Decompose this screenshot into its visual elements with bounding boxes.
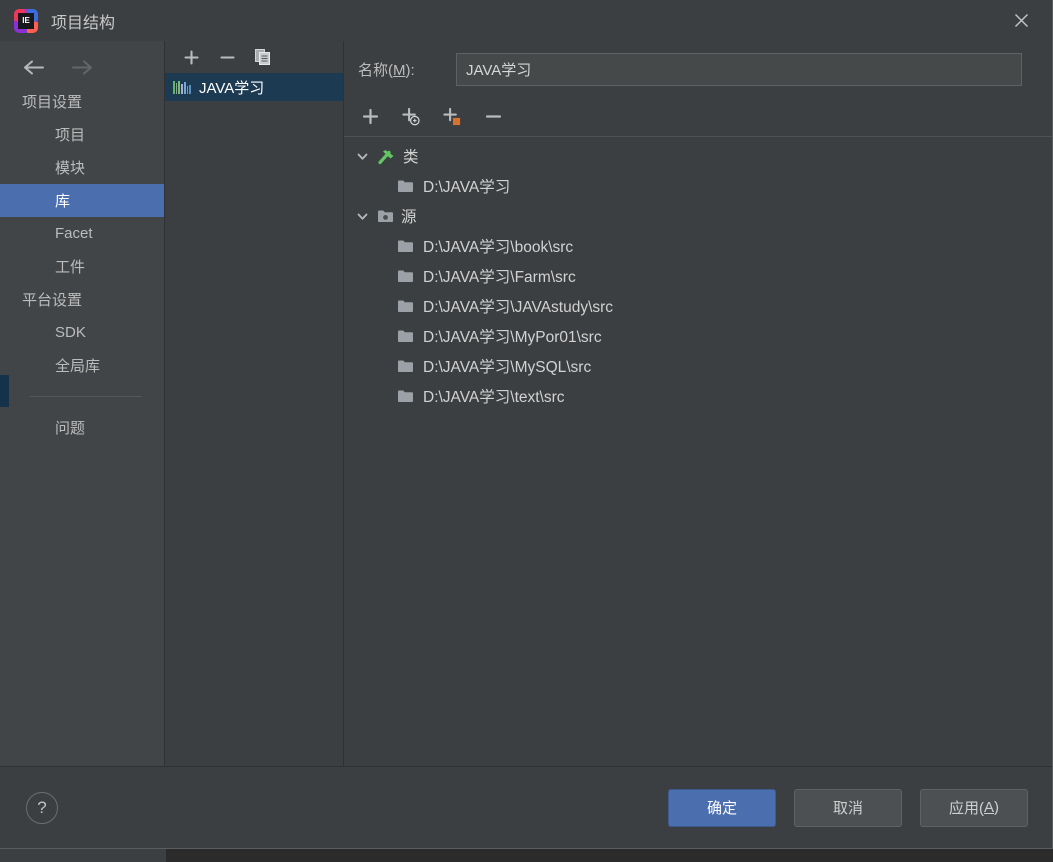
sidebar-item-5[interactable]: 工件 [0, 250, 164, 283]
tree-leaf-label: D:\JAVA学习\MySQL\src [423, 359, 592, 376]
tree-node-root[interactable]: 源 [344, 201, 1052, 231]
tree-node-leaf[interactable]: D:\JAVA学习\JAVAstudy\src [344, 291, 1052, 321]
add-library-button[interactable] [181, 47, 201, 67]
sidebar-item-8[interactable]: 全局库 [0, 349, 164, 382]
sidebar-item-label: 工件 [55, 259, 86, 276]
sidebar-item-label: 模块 [55, 160, 86, 177]
add-path-button[interactable] [360, 107, 380, 127]
sidebar-item-4[interactable]: Facet [0, 217, 164, 250]
close-icon[interactable] [990, 0, 1052, 41]
sidebar-item-list-secondary: 问题 [0, 411, 164, 444]
list-item-label: JAVA学习 [199, 79, 265, 97]
title-bar: IE 项目结构 [0, 0, 1052, 41]
folder-icon [397, 269, 414, 283]
name-label: 名称(M): [358, 59, 456, 80]
dialog-body: 项目设置 项目 模块库 Facet 工件 平台设置 SDK 全局库 问题 JAV… [0, 41, 1052, 766]
name-label-suffix: ): [405, 61, 415, 79]
sidebar-divider [30, 396, 142, 397]
sidebar-item-label: 全局库 [55, 358, 101, 375]
sidebar-item-label: 问题 [55, 420, 86, 437]
tree-leaf-label: D:\JAVA学习\JAVAstudy\src [423, 299, 614, 316]
tree-leaf-label: D:\JAVA学习\text\src [423, 389, 565, 406]
library-detail-pane: 名称(M): JAVA学习 类 D:\JAVA学习 源 D:\JAVA学习\bo… [344, 41, 1052, 766]
sidebar-item-label: SDK [55, 324, 86, 341]
tree-node-leaf[interactable]: D:\JAVA学习\MySQL\src [344, 351, 1052, 381]
apply-label-prefix: 应用( [948, 800, 984, 817]
sidebar-item-label: 项目 [55, 127, 86, 144]
libraries-toolbar [165, 41, 343, 73]
apply-button[interactable]: 应用(A) [920, 788, 1028, 827]
name-label-prefix: 名称( [358, 61, 393, 79]
library-paths-toolbar [344, 97, 1052, 137]
folder-icon [397, 329, 414, 343]
chevron-down-icon[interactable] [354, 150, 370, 163]
dialog-title: 项目结构 [51, 14, 116, 32]
sources-folder-icon [377, 209, 394, 223]
remove-path-button[interactable] [483, 107, 503, 127]
compiled-classes-icon [377, 148, 396, 165]
intellij-idea-logo-icon: IE [14, 8, 38, 33]
tree-leaf-label: D:\JAVA学习\book\src [423, 239, 574, 256]
sidebar-item-1[interactable]: 项目 [0, 118, 164, 151]
tree-node-label: 源 [401, 209, 417, 226]
folder-icon [397, 359, 414, 373]
library-list: JAVA学习 [165, 73, 343, 766]
folder-icon [397, 389, 414, 403]
tree-leaf-label: D:\JAVA学习\MyPor01\src [423, 329, 602, 346]
sidebar-item-label: 平台设置 [22, 292, 83, 309]
apply-label-suffix: ) [994, 799, 999, 816]
navigation-arrows [0, 49, 164, 85]
sidebar-item-6[interactable]: 平台设置 [0, 283, 164, 316]
add-excluded-button[interactable] [442, 107, 462, 127]
tree-node-leaf[interactable]: D:\JAVA学习\MyPor01\src [344, 321, 1052, 351]
help-icon[interactable]: ? [26, 791, 58, 824]
left-edge-strip [0, 375, 9, 407]
tree-node-leaf[interactable]: D:\JAVA学习 [344, 171, 1052, 201]
library-name-input[interactable] [456, 52, 1022, 86]
footer-actions: 确定 取消 应用(A) [668, 788, 1028, 827]
sidebar-item-2[interactable]: 模块 [0, 151, 164, 184]
remove-library-button[interactable] [217, 47, 237, 67]
arrow-right-icon[interactable] [72, 60, 94, 75]
sidebar-item-0[interactable]: 问题 [0, 411, 164, 444]
chevron-down-icon[interactable] [354, 210, 370, 223]
folder-icon [397, 239, 414, 253]
tree-node-leaf[interactable]: D:\JAVA学习\Farm\src [344, 261, 1052, 291]
settings-sidebar: 项目设置项目模块库 Facet 工件平台设置 SDK 全局库 问题 [0, 41, 165, 766]
logo-badge-text: IE [18, 12, 34, 29]
tree-node-leaf[interactable]: D:\JAVA学习\text\src [344, 381, 1052, 411]
ok-button[interactable]: 确定 [668, 788, 776, 827]
sidebar-item-label: 库 [55, 193, 71, 210]
tree-leaf-label: D:\JAVA学习\Farm\src [423, 269, 576, 286]
sidebar-item-list: 项目设置项目模块库 Facet 工件平台设置 SDK 全局库 [0, 85, 164, 382]
sidebar-item-0[interactable]: 项目设置 [0, 85, 164, 118]
library-paths-tree: 类 D:\JAVA学习源 D:\JAVA学习\book\src D:\JAVA学习\F… [344, 137, 1052, 766]
folder-icon [397, 179, 414, 193]
arrow-left-icon[interactable] [22, 60, 44, 75]
tree-node-root[interactable]: 类 [344, 141, 1052, 171]
libraries-panel: JAVA学习 [165, 41, 344, 766]
sidebar-item-3[interactable]: 库 [0, 184, 164, 217]
sidebar-item-label: Facet [55, 225, 93, 242]
name-row: 名称(M): [344, 41, 1052, 97]
desktop-background [0, 849, 1053, 862]
library-icon [173, 80, 192, 94]
copy-library-button[interactable] [253, 47, 273, 67]
sidebar-item-7[interactable]: SDK [0, 316, 164, 349]
folder-icon [397, 299, 414, 313]
tree-node-label: 类 [403, 149, 419, 166]
cancel-button[interactable]: 取消 [794, 788, 902, 827]
project-structure-dialog: IE 项目结构 项目设置 项目 模块 库 Facet 工件 平台设置 SDK 全… [0, 0, 1053, 849]
apply-label-mnemonic: A [983, 799, 994, 816]
tree-leaf-label: D:\JAVA学习 [423, 179, 511, 196]
desktop-background-strip [0, 849, 166, 862]
sidebar-item-label: 项目设置 [22, 94, 83, 111]
name-label-mnemonic: M [393, 61, 406, 79]
list-item[interactable]: JAVA学习 [165, 73, 343, 101]
dialog-footer: ? 确定 取消 应用(A) [0, 766, 1052, 848]
add-jar-directory-button[interactable] [401, 107, 421, 127]
tree-node-leaf[interactable]: D:\JAVA学习\book\src [344, 231, 1052, 261]
